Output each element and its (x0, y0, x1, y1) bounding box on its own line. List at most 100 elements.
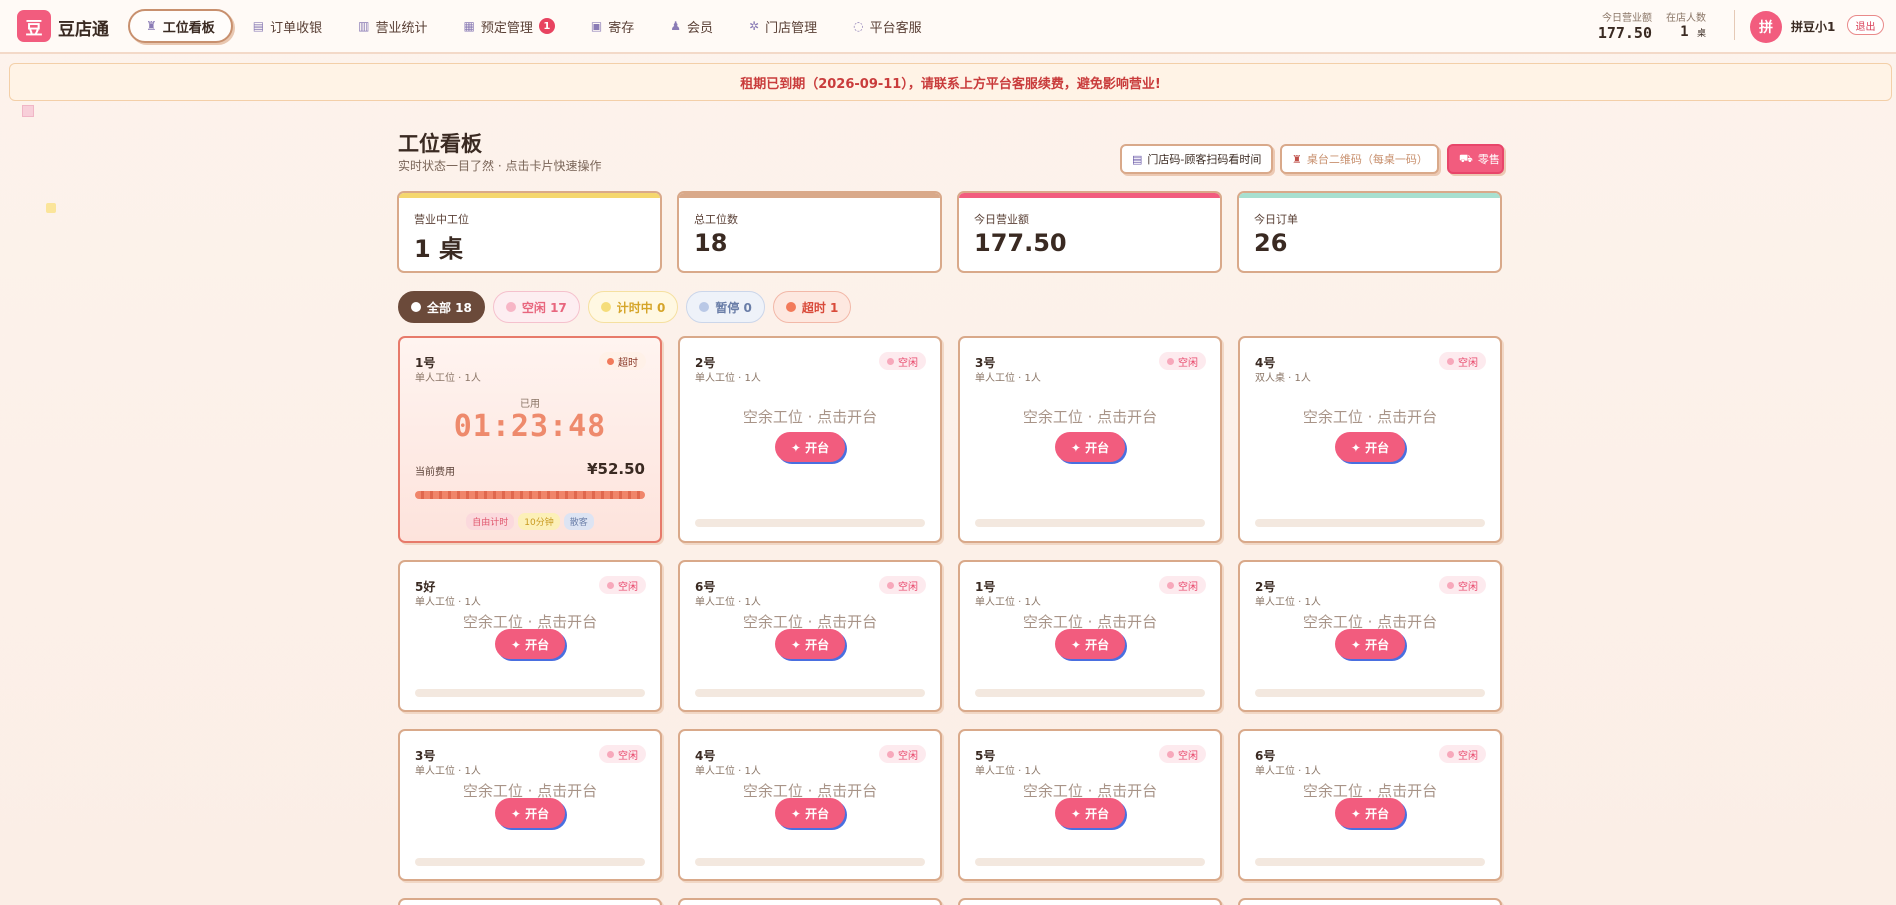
station-card[interactable]: 6号 单人工位 · 1人 空闲 空余工位 · 点击开台 ✦ 开台 (678, 560, 942, 712)
station-card[interactable]: 2号 单人工位 · 1人 空闲 空余工位 · 点击开台 ✦ 开台 (678, 336, 942, 543)
station-card-partial[interactable] (958, 898, 1222, 905)
station-card[interactable]: 3号 单人工位 · 1人 空闲 空余工位 · 点击开台 ✦ 开台 (958, 336, 1222, 543)
open-table-button[interactable]: ✦ 开台 (495, 629, 565, 659)
station-card-active[interactable]: 1号 单人工位 · 1人 超时 已用 01:23:48 当前费用 ¥52.50 … (398, 336, 662, 543)
progress-bar (695, 858, 925, 866)
nav-item-5[interactable]: ♟ 会员 (654, 9, 729, 43)
nav-item-7[interactable]: ◌ 平台客服 (837, 9, 938, 43)
fee-label: 当前费用 (415, 467, 455, 478)
nav-icon: ▣ (590, 19, 603, 33)
expiry-notice: 租期已到期（2026-09-11），请联系上方平台客服续费，避免影响营业! (9, 63, 1892, 101)
open-table-button[interactable]: ✦ 开台 (775, 629, 845, 659)
kpi-value: 177.50 (974, 229, 1067, 257)
empty-hint: 空余工位 · 点击开台 (1302, 408, 1438, 426)
station-card-partial[interactable] (678, 898, 942, 905)
nav-item-3[interactable]: ▦ 预定管理 1 (448, 9, 571, 43)
kpi-label: 总工位数 (694, 213, 738, 226)
today-revenue-stat: 今日营业额 177.50 (1572, 9, 1652, 42)
filter-label: 全部 18 (427, 300, 472, 315)
kpi-value: 18 (694, 229, 728, 257)
status-text: 空闲 (898, 750, 918, 762)
open-table-button[interactable]: ✦ 开台 (1335, 798, 1405, 828)
status-badge: 空闲 (1159, 352, 1206, 370)
status-text: 空闲 (618, 581, 638, 593)
app-logo: 豆 (17, 10, 51, 42)
instore-value: 1 桌 (1664, 24, 1706, 40)
open-table-button[interactable]: ✦ 开台 (1055, 629, 1125, 659)
store-code-button[interactable]: ▤ 门店码-顾客扫码看时间 (1120, 144, 1273, 174)
retail-button[interactable]: ⛟ 零售 (1447, 144, 1504, 174)
billing-tag: 散客 (563, 513, 594, 530)
nav-item-6[interactable]: ✲ 门店管理 (733, 9, 833, 43)
open-table-button[interactable]: ✦ 开台 (1335, 629, 1405, 659)
instore-number: 1 (1680, 24, 1689, 40)
page-title: 工位看板 (398, 132, 482, 156)
filter-label: 空闲 17 (521, 300, 567, 315)
kpi-label: 今日订单 (1254, 213, 1298, 226)
station-meta: 单人工位 · 1人 (695, 373, 761, 384)
station-card[interactable]: 5号 单人工位 · 1人 空闲 空余工位 · 点击开台 ✦ 开台 (958, 729, 1222, 881)
avatar[interactable]: 拼 (1750, 11, 1782, 43)
filter-chip[interactable]: 超时 1 (772, 291, 852, 323)
nav-label: 寄存 (608, 20, 635, 36)
status-text: 空闲 (1178, 750, 1198, 762)
table-qr-label: 桌台二维码（每桌一码） (1306, 153, 1428, 166)
status-badge: 空闲 (599, 576, 646, 594)
status-dot (1167, 581, 1174, 589)
progress-bar (1255, 689, 1485, 697)
station-card-partial[interactable] (1238, 898, 1502, 905)
open-table-button[interactable]: ✦ 开台 (775, 798, 845, 828)
status-text: 空闲 (898, 581, 918, 593)
chair-icon: ♜ (1292, 152, 1302, 166)
station-card[interactable]: 4号 单人工位 · 1人 空闲 空余工位 · 点击开台 ✦ 开台 (678, 729, 942, 881)
open-table-button[interactable]: ✦ 开台 (1055, 432, 1125, 462)
progress-bar (1255, 858, 1485, 866)
station-meta: 单人工位 · 1人 (975, 373, 1041, 384)
filter-chip[interactable]: 计时中 0 (587, 291, 679, 323)
status-badge: 空闲 (1439, 745, 1486, 763)
kpi-accent-bar (679, 193, 940, 198)
filter-chip[interactable]: 暂停 0 (686, 291, 765, 323)
station-card[interactable]: 2号 单人工位 · 1人 空闲 空余工位 · 点击开台 ✦ 开台 (1238, 560, 1502, 712)
open-table-button[interactable]: ✦ 开台 (775, 432, 845, 462)
status-text: 空闲 (1178, 581, 1198, 593)
status-text: 空闲 (618, 750, 638, 762)
station-card[interactable]: 3号 单人工位 · 1人 空闲 空余工位 · 点击开台 ✦ 开台 (398, 729, 662, 881)
today-revenue-value: 177.50 (1597, 24, 1652, 42)
open-table-button[interactable]: ✦ 开台 (495, 798, 565, 828)
logout-button[interactable]: 退出 (1847, 15, 1884, 35)
station-card[interactable]: 4号 双人桌 · 1人 空闲 空余工位 · 点击开台 ✦ 开台 (1238, 336, 1502, 543)
table-qr-button[interactable]: ♜ 桌台二维码（每桌一码） (1280, 144, 1439, 174)
status-text: 空闲 (1178, 357, 1198, 369)
kpi-card: 今日营业额 177.50 (957, 191, 1222, 273)
filter-chip[interactable]: 全部 18 (398, 291, 485, 323)
nav-item-2[interactable]: ▥ 营业统计 (342, 9, 443, 43)
nav-item-1[interactable]: ▤ 订单收银 (237, 9, 338, 43)
status-dot (607, 357, 614, 365)
nav-label: 预定管理 (480, 20, 533, 36)
nav-item-0[interactable]: ♜ 工位看板 (128, 9, 233, 43)
station-card[interactable]: 1号 单人工位 · 1人 空闲 空余工位 · 点击开台 ✦ 开台 (958, 560, 1222, 712)
billing-tags: 自由计时 10分钟 散客 (400, 513, 660, 530)
status-badge: 空闲 (879, 576, 926, 594)
station-card-partial[interactable] (398, 898, 662, 905)
nav-label: 门店管理 (765, 20, 818, 36)
nav-item-4[interactable]: ▣ 寄存 (575, 9, 650, 43)
page-subtitle: 实时状态一目了然 · 点击卡片快速操作 (398, 159, 602, 173)
decor-square (22, 105, 34, 117)
open-table-button[interactable]: ✦ 开台 (1335, 432, 1405, 462)
kpi-card: 总工位数 18 (677, 191, 942, 273)
main-nav: ♜ 工位看板 ▤ 订单收银 ▥ 营业统计 ▦ 预定管理 1 ▣ 寄存 ♟ 会员 ✲ 门店管理 ◌ 平台客服 (128, 9, 938, 43)
filter-chip[interactable]: 空闲 17 (492, 291, 580, 323)
instore-unit: 桌 (1696, 29, 1706, 39)
qr-page-icon: ▤ (1132, 152, 1143, 166)
kpi-accent-bar (399, 193, 660, 198)
open-table-button[interactable]: ✦ 开台 (1055, 798, 1125, 828)
nav-icon: ◌ (853, 19, 864, 33)
overtime-progress-bar (415, 491, 645, 499)
station-card[interactable]: 6号 单人工位 · 1人 空闲 空余工位 · 点击开台 ✦ 开台 (1238, 729, 1502, 881)
station-card[interactable]: 5好 单人工位 · 1人 空闲 空余工位 · 点击开台 ✦ 开台 (398, 560, 662, 712)
status-dot (887, 357, 894, 365)
used-label: 已用 (520, 399, 540, 410)
billing-tag: 10分钟 (518, 513, 560, 530)
